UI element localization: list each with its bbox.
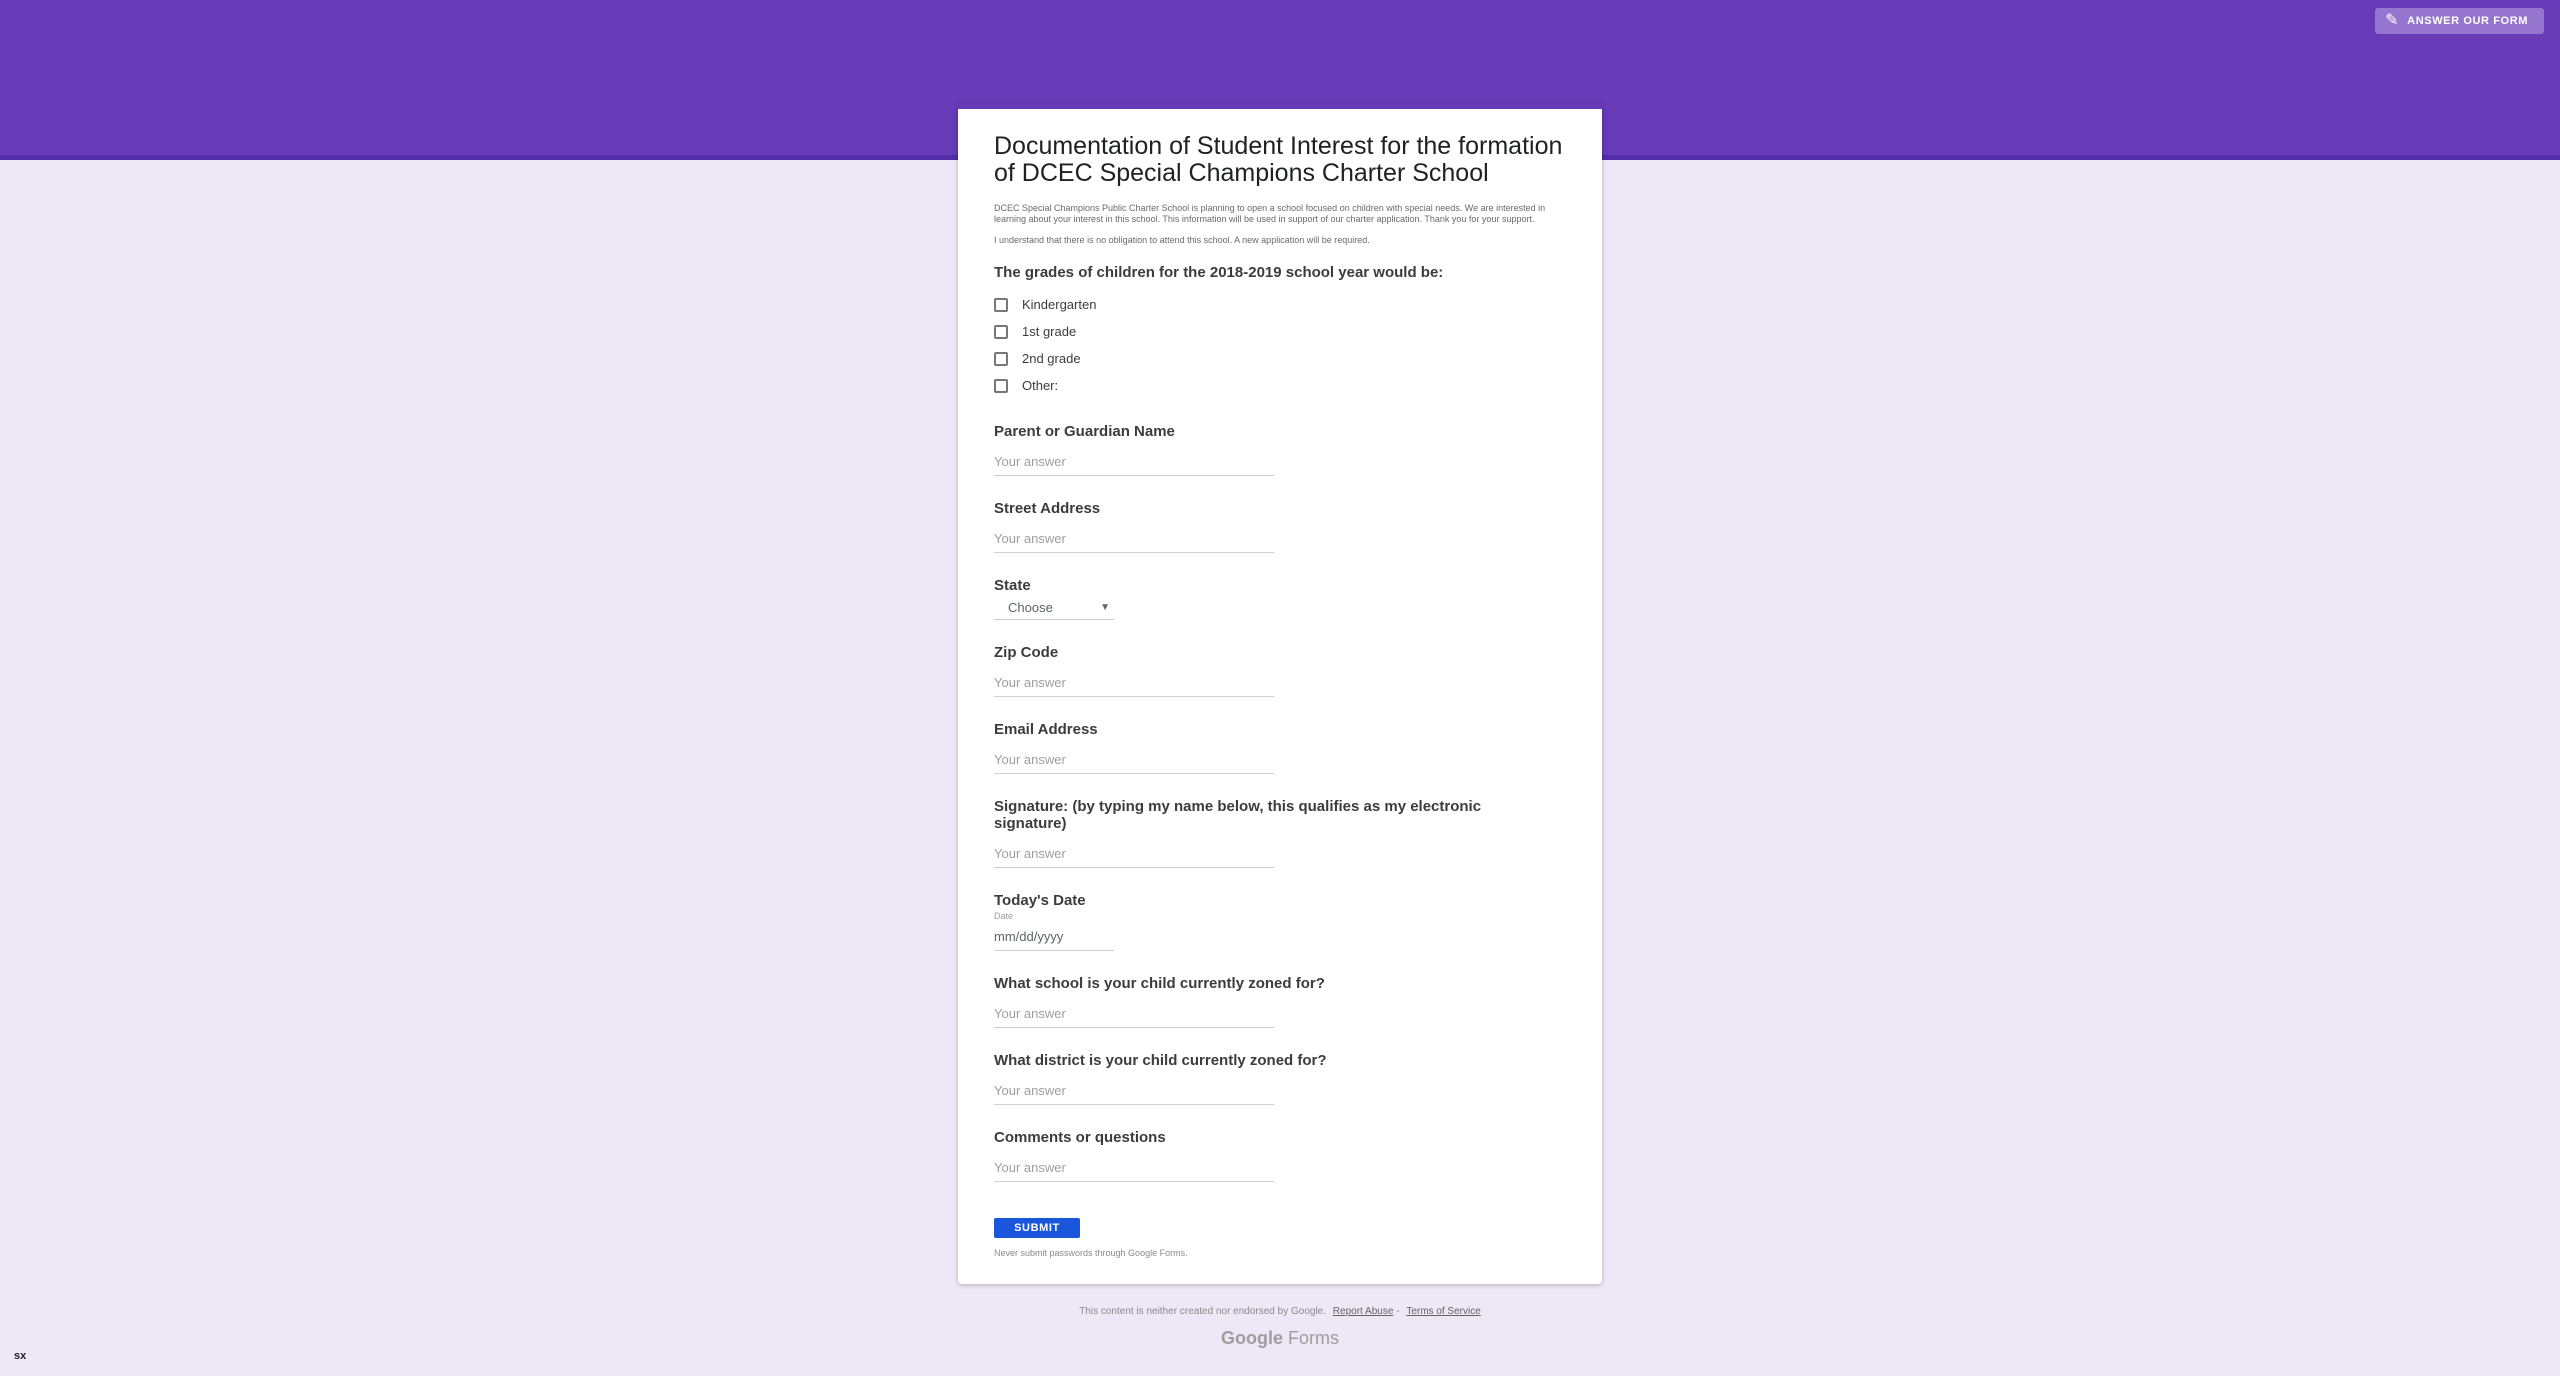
date-sublabel: Date [994, 911, 1014, 921]
question-school-zone: What school is your child currently zone… [994, 975, 1566, 1028]
state-dropdown[interactable]: Choose ▼ [994, 596, 1114, 620]
question-parent-name: Parent or Guardian Name [994, 423, 1566, 476]
question-label: Parent or Guardian Name [994, 423, 1175, 440]
district-zone-input[interactable] [994, 1079, 1274, 1105]
question-label: Signature: (by typing my name below, thi… [994, 798, 1482, 832]
question-street-address: Street Address [994, 500, 1566, 553]
question-state: State Choose ▼ [994, 577, 1566, 620]
option-2nd-grade[interactable]: 2nd grade [994, 345, 1566, 372]
option-kindergarten[interactable]: Kindergarten [994, 291, 1566, 318]
option-1st-grade[interactable]: 1st grade [994, 318, 1566, 345]
chevron-down-icon: ▼ [1100, 602, 1110, 613]
question-label: Street Address [994, 500, 1101, 517]
date-input[interactable] [994, 925, 1114, 951]
question-email: Email Address [994, 721, 1566, 774]
question-comments: Comments or questions [994, 1129, 1566, 1182]
pencil-icon: ✎ [2385, 12, 2400, 29]
question-zip: Zip Code [994, 644, 1566, 697]
footer-disclaimer: This content is neither created nor endo… [958, 1306, 1602, 1317]
brand-google: Google [1220, 1328, 1283, 1348]
zip-code-input[interactable] [994, 671, 1274, 697]
checkbox[interactable] [994, 324, 1008, 339]
edit-form-link[interactable]: ✎ Answer our form [2375, 8, 2544, 34]
terms-link[interactable]: Terms of Service [1406, 1306, 1480, 1317]
checkbox[interactable] [994, 378, 1008, 393]
comments-input[interactable] [994, 1156, 1274, 1182]
option-label: Kindergarten [1022, 297, 1097, 312]
question-label: What district is your child currently zo… [994, 1052, 1327, 1069]
question-label: Comments or questions [994, 1129, 1166, 1146]
email-field[interactable] [994, 748, 1274, 774]
google-forms-logo[interactable]: Google Forms [958, 1328, 1602, 1349]
question-label: What school is your child currently zone… [994, 975, 1325, 992]
option-other[interactable]: Other: [994, 372, 1566, 399]
checkbox[interactable] [994, 297, 1008, 312]
form-description-2: I understand that there is no obligation… [994, 235, 1370, 245]
brand-forms: Forms [1288, 1328, 1339, 1348]
question-label: Email Address [994, 721, 1098, 738]
question-signature: Signature: (by typing my name below, thi… [994, 798, 1566, 868]
option-label: 2nd grade [1022, 351, 1081, 366]
edit-link-label: Answer our form [2407, 15, 2528, 27]
question-label: State [994, 577, 1031, 594]
question-label: Today's Date [994, 892, 1086, 909]
form-card: Documentation of Student Interest for th… [958, 104, 1602, 1284]
option-label: Other: [1022, 378, 1059, 393]
question-grades: The grades of children for the 2018-2019… [994, 264, 1566, 399]
state-selected-value: Choose [1008, 600, 1053, 615]
corner-badge: sx [14, 1350, 27, 1362]
parent-name-input[interactable] [994, 450, 1274, 476]
question-label: The grades of children for the 2018-2019… [994, 264, 1444, 281]
question-district-zone: What district is your child currently zo… [994, 1052, 1566, 1105]
report-abuse-link[interactable]: Report Abuse [1333, 1306, 1394, 1317]
form-title: Documentation of Student Interest for th… [994, 132, 1563, 187]
school-zone-input[interactable] [994, 1002, 1274, 1028]
question-date: Today's Date Date [994, 892, 1566, 951]
checkbox[interactable] [994, 351, 1008, 366]
separator: - [1396, 1306, 1400, 1317]
disclaimer-text: This content is neither created nor endo… [1079, 1306, 1327, 1317]
password-warning: Never submit passwords through Google Fo… [994, 1248, 1188, 1258]
submit-button[interactable]: Submit [994, 1218, 1080, 1238]
form-description: DCEC Special Champions Public Charter Sc… [994, 203, 1546, 224]
street-address-input[interactable] [994, 527, 1274, 553]
signature-input[interactable] [994, 842, 1274, 868]
question-label: Zip Code [994, 644, 1059, 661]
option-label: 1st grade [1022, 324, 1077, 339]
